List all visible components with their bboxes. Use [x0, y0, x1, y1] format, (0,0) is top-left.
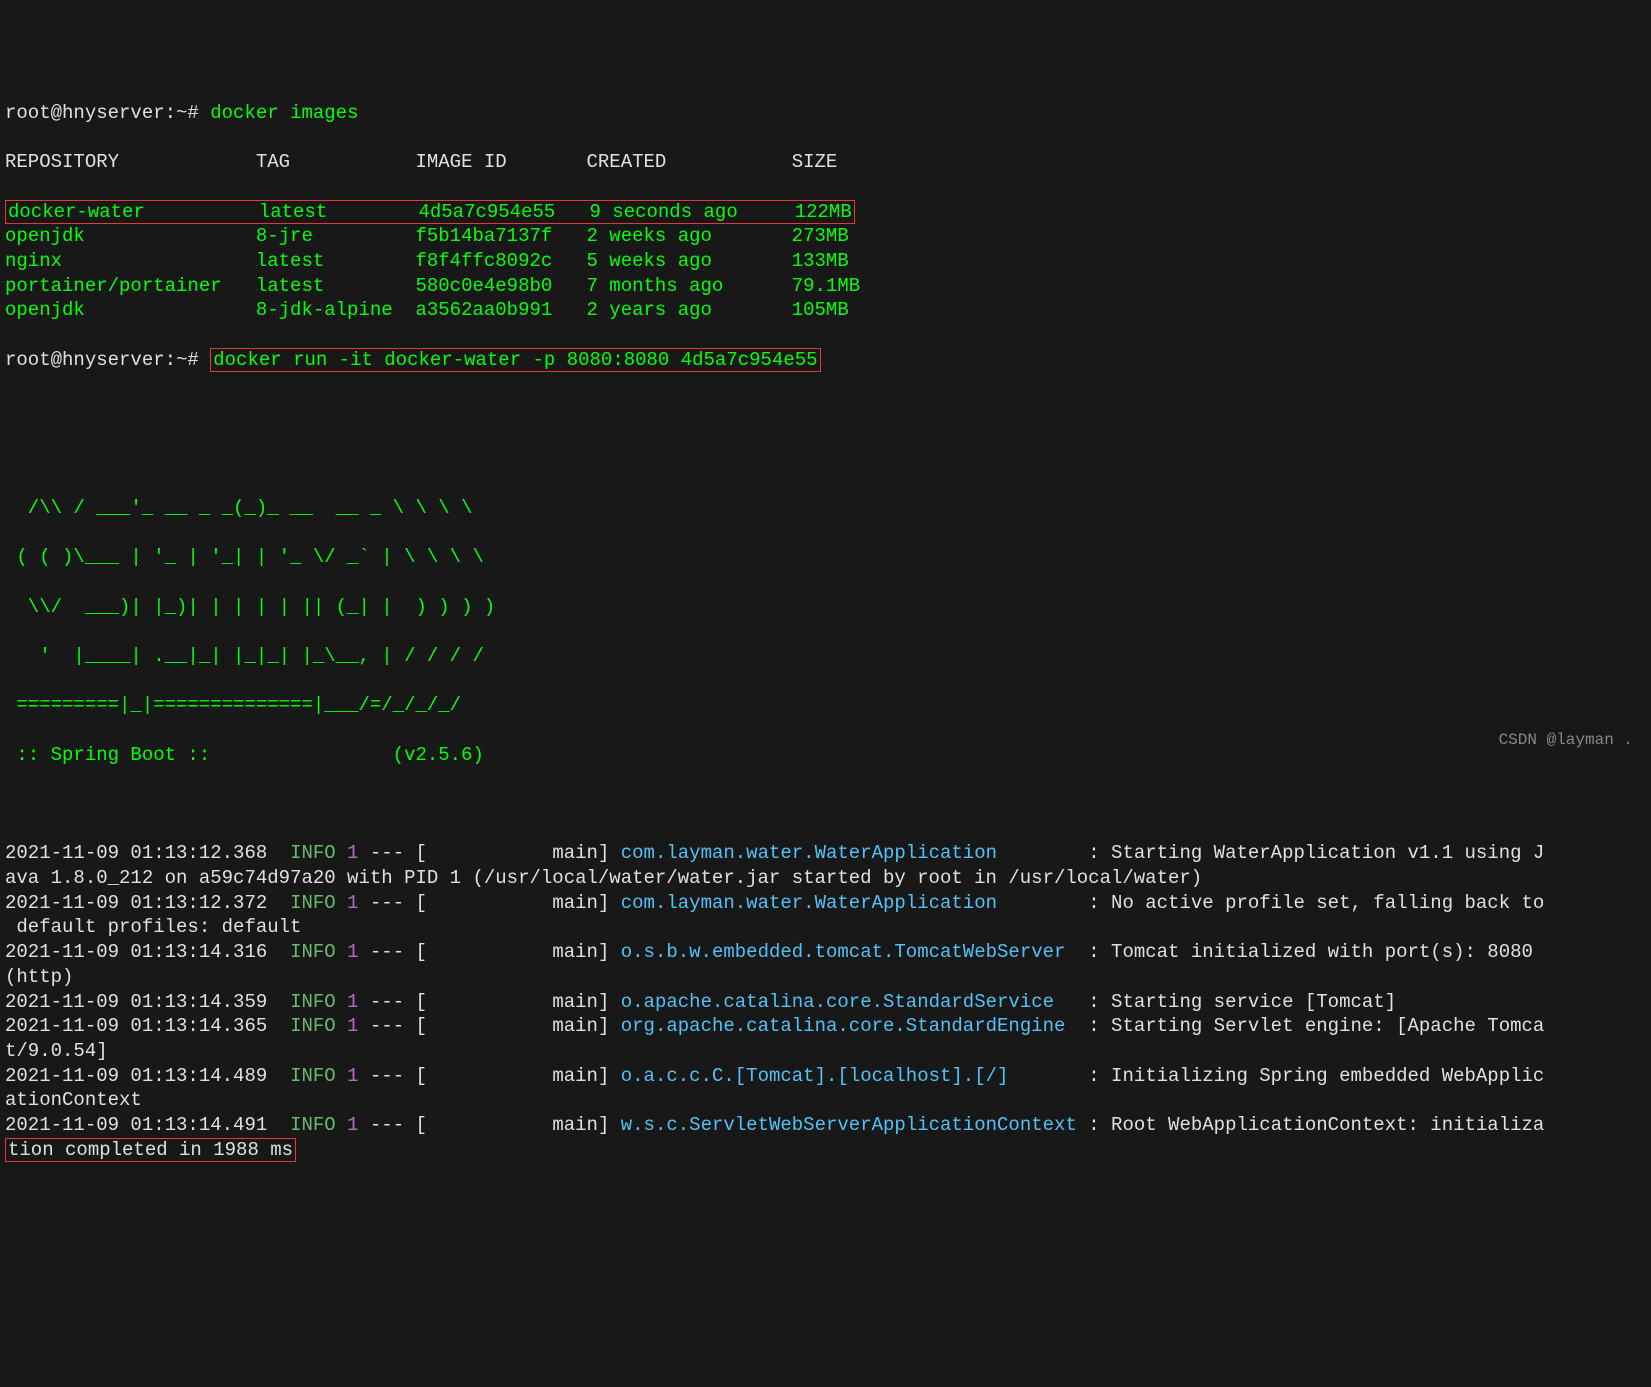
spring-boot-version: :: Spring Boot :: (v2.5.6) [5, 743, 1646, 768]
table-row: docker-water latest 4d5a7c954e55 9 secon… [5, 200, 1646, 225]
log-line: 2021-11-09 01:13:14.489 INFO 1 --- [ mai… [5, 1064, 1646, 1089]
spring-banner-l3: \\/ ___)| |_)| | | | | || (_| | ) ) ) ) [5, 595, 1646, 620]
log-line-cont: default profiles: default [5, 915, 1646, 940]
spring-banner-l1: /\\ / ___'_ __ _ _(_)_ __ __ _ \ \ \ \ [5, 496, 1646, 521]
watermark: CSDN @layman . [1499, 730, 1633, 751]
table-row: openjdk 8-jre f5b14ba7137f 2 weeks ago 2… [5, 224, 1646, 249]
spring-banner-l2: ( ( )\___ | '_ | '_| | '_ \/ _` | \ \ \ … [5, 545, 1646, 570]
log-line-cont: t/9.0.54] [5, 1039, 1646, 1064]
log-line-cont: ationContext [5, 1088, 1646, 1113]
spring-banner-l4: ' |____| .__|_| |_|_| |_\__, | / / / / [5, 644, 1646, 669]
log-line-cont: (http) [5, 965, 1646, 990]
table-row: openjdk 8-jdk-alpine a3562aa0b991 2 year… [5, 298, 1646, 323]
log-line: 2021-11-09 01:13:14.316 INFO 1 --- [ mai… [5, 940, 1646, 965]
log-line: 2021-11-09 01:13:14.491 INFO 1 --- [ mai… [5, 1113, 1646, 1138]
log-line: 2021-11-09 01:13:14.359 INFO 1 --- [ mai… [5, 990, 1646, 1015]
table-header: REPOSITORY TAG IMAGE ID CREATED SIZE [5, 150, 1646, 175]
terminal-line-cmd1[interactable]: root@hnyserver:~# docker images [5, 101, 1646, 126]
log-output: 2021-11-09 01:13:12.368 INFO 1 --- [ mai… [5, 841, 1646, 1162]
terminal-line-cmd2[interactable]: root@hnyserver:~# docker run -it docker-… [5, 348, 1646, 373]
log-line-cont: ava 1.8.0_212 on a59c74d97a20 with PID 1… [5, 866, 1646, 891]
log-line: 2021-11-09 01:13:14.365 INFO 1 --- [ mai… [5, 1014, 1646, 1039]
table-row: portainer/portainer latest 580c0e4e98b0 … [5, 274, 1646, 299]
log-line-cont: tion completed in 1988 ms [5, 1138, 1646, 1163]
table-row: nginx latest f8f4ffc8092c 5 weeks ago 13… [5, 249, 1646, 274]
spring-banner-l5: =========|_|==============|___/=/_/_/_/ [5, 693, 1646, 718]
log-line: 2021-11-09 01:13:12.368 INFO 1 --- [ mai… [5, 841, 1646, 866]
table-body: docker-water latest 4d5a7c954e55 9 secon… [5, 200, 1646, 323]
log-line: 2021-11-09 01:13:12.372 INFO 1 --- [ mai… [5, 891, 1646, 916]
